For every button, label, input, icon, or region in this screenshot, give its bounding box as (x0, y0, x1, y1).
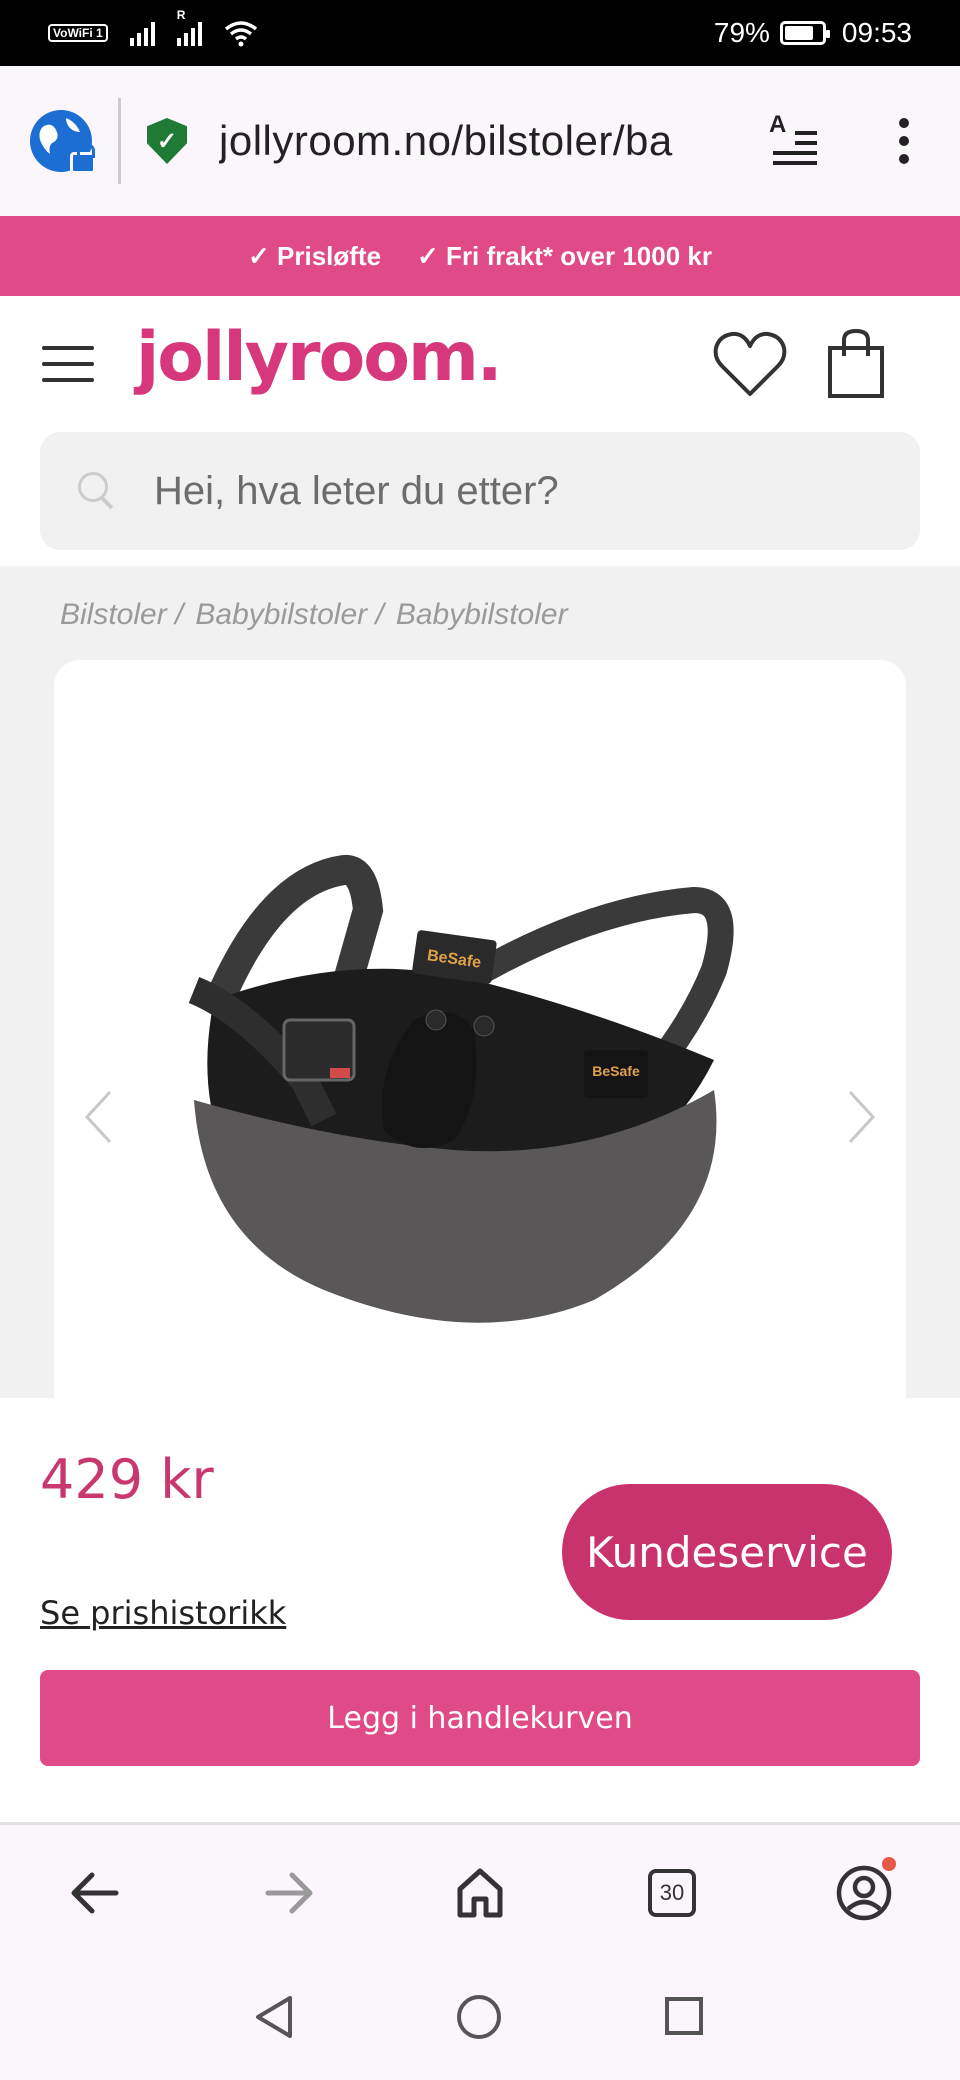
breadcrumb: Bilstoler / Babybilstoler / Babybilstole… (60, 598, 568, 632)
system-home-icon[interactable] (456, 1994, 502, 2040)
site-header: jollyroom. (0, 296, 960, 566)
add-to-cart-button[interactable]: Legg i handlekurven (40, 1670, 920, 1766)
vowifi-badge: VoWiFi 1 (48, 24, 108, 42)
hamburger-menu-icon[interactable] (42, 346, 94, 382)
url-field[interactable]: jollyroom.no/bilstoler/ba (219, 117, 739, 165)
status-right: 79% 09:53 (714, 17, 912, 49)
heart-icon[interactable] (712, 330, 788, 400)
product-brand-label-2: BeSafe (592, 1063, 640, 1079)
tabs-icon[interactable]: 30 (642, 1863, 702, 1923)
back-arrow-icon[interactable] (66, 1863, 126, 1923)
product-image[interactable]: BeSafe BeSafe (154, 840, 794, 1340)
product-image-card: BeSafe BeSafe (54, 660, 906, 1398)
product-content: Bilstoler / Babybilstoler / Babybilstole… (0, 566, 960, 1398)
roaming-label: R (176, 8, 186, 22)
system-back-icon[interactable] (254, 1994, 294, 2040)
shopping-bag-icon[interactable] (826, 328, 886, 400)
customer-service-button[interactable]: Kundeservice (562, 1484, 892, 1620)
reader-mode-icon[interactable]: A (769, 111, 817, 165)
search-bar[interactable] (40, 432, 920, 550)
sim1-label: 1 (96, 26, 103, 40)
promo-price-promise[interactable]: ✓ Prisløfte (248, 241, 381, 272)
account-icon[interactable] (834, 1857, 896, 1923)
shield-check-icon[interactable]: ✓ (147, 118, 187, 164)
price-history-link[interactable]: Se prishistorikk (40, 1594, 286, 1632)
wifi-icon (224, 21, 257, 47)
status-bar: VoWiFi 1 R 79% 09:53 (0, 0, 960, 66)
battery-icon (779, 21, 830, 45)
search-input[interactable] (154, 468, 854, 514)
breadcrumb-item-babybilstoler[interactable]: Babybilstoler / (195, 598, 383, 632)
carousel-prev-icon[interactable] (84, 1090, 112, 1144)
breadcrumb-item-babybilstoler-current[interactable]: Babybilstoler (396, 598, 568, 632)
browser-address-bar: ✓ jollyroom.no/bilstoler/ba A (0, 66, 960, 216)
more-vert-icon[interactable] (899, 118, 909, 164)
product-price: 429 kr (40, 1448, 214, 1511)
system-navigation-bar (0, 1970, 960, 2080)
buy-panel: 429 kr Kundeservice Se prishistorikk Leg… (0, 1398, 960, 1822)
carousel-next-icon[interactable] (848, 1090, 876, 1144)
promo-bar: ✓ Prisløfte ✓ Fri frakt* over 1000 kr (0, 216, 960, 296)
account-avatar-icon (836, 1865, 892, 1921)
breadcrumb-item-bilstoler[interactable]: Bilstoler / (60, 598, 183, 632)
address-divider (118, 98, 121, 184)
clock: 09:53 (841, 17, 912, 48)
signal-roaming-icon: R (176, 8, 202, 46)
site-logo[interactable]: jollyroom. (136, 318, 503, 397)
signal-icon (129, 20, 155, 46)
tab-count: 30 (648, 1869, 696, 1917)
browser-bottom-nav: 30 (0, 1825, 960, 1970)
globe-lock-icon[interactable] (30, 110, 96, 174)
promo-free-shipping[interactable]: ✓ Fri frakt* over 1000 kr (417, 241, 712, 272)
forward-arrow-icon[interactable] (258, 1863, 318, 1923)
battery-percent: 79% (713, 17, 770, 48)
search-icon (76, 470, 118, 512)
status-left: VoWiFi 1 R (48, 8, 258, 47)
notification-dot (882, 1857, 896, 1871)
vowifi-label: VoWiFi (53, 26, 93, 40)
system-recents-icon[interactable] (664, 1996, 704, 2036)
home-icon[interactable] (450, 1863, 510, 1923)
